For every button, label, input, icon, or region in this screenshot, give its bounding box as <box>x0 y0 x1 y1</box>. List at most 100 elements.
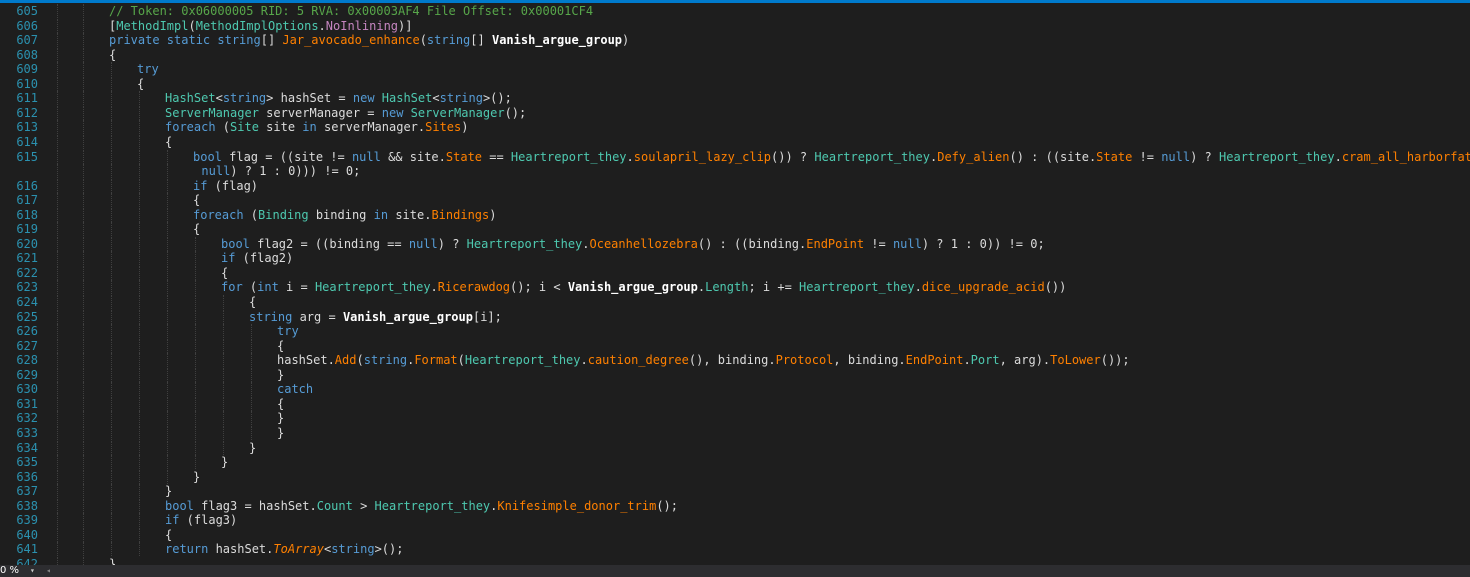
code-line[interactable]: 629} <box>0 367 1470 382</box>
code-line[interactable]: 619 { <box>0 222 1470 237</box>
line-number: 619 <box>16 222 38 237</box>
code-token: > <box>352 498 375 513</box>
code-line[interactable]: 618 foreach (Binding binding in site.Bind… <box>0 207 1470 222</box>
indent-guide <box>111 469 112 484</box>
code-line[interactable]: null) ? 1 : 0))) != 0; <box>0 164 1470 179</box>
code-line[interactable]: 623 for (int i = Heartreport_they.Riceraw… <box>0 280 1470 295</box>
code-line[interactable]: 632} <box>0 411 1470 426</box>
code-token: () : ((binding. <box>697 236 807 251</box>
code-text: null) ? 1 : 0))) != 0; <box>201 164 360 178</box>
code-token: Ricerawdog <box>437 280 511 295</box>
indent-guide <box>57 251 58 266</box>
indent-guide <box>167 295 168 309</box>
code-line[interactable]: 609 try <box>0 62 1470 77</box>
code-text: { <box>193 222 200 236</box>
indent-guide <box>167 193 168 208</box>
code-line[interactable]: 641 return hashSet.ToArray<string>(); <box>0 542 1470 557</box>
indent-guide <box>167 338 168 353</box>
indent-guide <box>167 455 168 470</box>
code-token: ServerManager <box>165 105 259 120</box>
code-line[interactable]: 626 try <box>0 324 1470 339</box>
code-line[interactable]: 628 hashSet.Add(string.Format(Heartreport… <box>0 353 1470 368</box>
code-token: caution_degree <box>587 353 689 368</box>
code-token: null <box>1161 149 1191 164</box>
code-line[interactable]: 627 { <box>0 338 1470 353</box>
indent-guide <box>167 440 168 455</box>
code-line[interactable]: 633} <box>0 425 1470 440</box>
code-editor[interactable]: 605 // Token: 0x06000005 RID: 5 RVA: 0x00… <box>0 3 1470 565</box>
code-line[interactable]: 620 bool flag2 = ((binding == null) ? Hea… <box>0 236 1470 251</box>
code-line[interactable]: 624 { <box>0 295 1470 309</box>
indent-guide <box>167 353 168 368</box>
code-line[interactable]: 622 { <box>0 265 1470 280</box>
indent-guide <box>57 556 58 565</box>
indent-guide <box>57 513 58 528</box>
code-token: soulapril_lazy_clip <box>633 149 772 164</box>
code-line[interactable]: 610 { <box>0 76 1470 91</box>
code-text: } <box>277 426 284 440</box>
code-line[interactable]: 606 [MethodImpl(MethodImplOptions.NoInlin… <box>0 18 1470 33</box>
indent-guide <box>195 425 196 440</box>
indent-guide <box>83 498 84 513</box>
code-line[interactable]: 605 // Token: 0x06000005 RID: 5 RVA: 0x00… <box>0 4 1470 18</box>
code-line[interactable]: 642} <box>0 556 1470 565</box>
code-line[interactable]: 617 { <box>0 193 1470 208</box>
indent-guide <box>83 76 84 91</box>
indent-guide <box>83 353 84 368</box>
code-line[interactable]: 636} <box>0 469 1470 484</box>
line-number: 625 <box>16 309 38 324</box>
code-token: State <box>445 149 483 164</box>
code-line[interactable]: 640 { <box>0 527 1470 542</box>
indent-guide <box>83 425 84 440</box>
line-number: 605 <box>16 4 38 18</box>
indent-guide <box>223 367 224 382</box>
indent-guide <box>139 120 140 135</box>
code-line[interactable]: 611 HashSet<string> hashSet = new HashSet… <box>0 91 1470 106</box>
code-line[interactable]: 612 ServerManager serverManager = new Ser… <box>0 105 1470 120</box>
scroll-left-icon[interactable]: ◂ <box>46 565 51 577</box>
line-number: 611 <box>16 91 38 106</box>
code-line[interactable]: 613 foreach (Site site in serverManager.S… <box>0 120 1470 135</box>
code-text: { <box>165 135 172 149</box>
code-line[interactable]: 637} <box>0 484 1470 499</box>
code-line[interactable]: 631 { <box>0 396 1470 411</box>
line-number: 615 <box>16 149 38 164</box>
code-text: if (flag3) <box>165 513 237 527</box>
line-number: 628 <box>16 353 38 368</box>
code-line[interactable]: 615 bool flag = ((site != null && site.St… <box>0 149 1470 164</box>
indent-guide <box>83 469 84 484</box>
indent-guide <box>111 382 112 397</box>
code-line[interactable]: 616 if (flag) <box>0 178 1470 193</box>
code-line[interactable]: 625 string arg = Vanish_argue_group[i]; <box>0 309 1470 324</box>
code-text: } <box>249 441 256 455</box>
code-line[interactable]: 635} <box>0 455 1470 470</box>
code-token: ) ? 1 : 0)) != 0; <box>921 236 1045 251</box>
indent-guide <box>167 367 168 382</box>
code-token: bool <box>165 498 194 513</box>
code-line[interactable]: 608 { <box>0 47 1470 62</box>
zoom-level[interactable]: 0 % <box>0 565 19 577</box>
code-line[interactable]: 639 if (flag3) <box>0 513 1470 528</box>
code-token: ServerManager <box>410 105 505 120</box>
indent-guide <box>111 120 112 135</box>
code-line[interactable]: 621 if (flag2) <box>0 251 1470 266</box>
indent-guide <box>111 62 112 77</box>
indent-guide <box>111 105 112 120</box>
code-line[interactable]: 630 catch <box>0 382 1470 397</box>
code-token: ( <box>215 120 231 135</box>
indent-guide <box>195 440 196 455</box>
chevron-down-icon[interactable]: ▾ <box>30 565 35 577</box>
code-token: ( <box>242 280 258 295</box>
code-token: . <box>580 353 588 368</box>
code-text: { <box>277 339 284 353</box>
indent-guide <box>83 324 84 339</box>
indent-guide <box>251 425 252 440</box>
indent-guide <box>57 396 58 411</box>
code-line[interactable]: 614 { <box>0 134 1470 149</box>
code-token: < <box>215 91 223 106</box>
code-line[interactable]: 638 bool flag3 = hashSet.Count > Heartrep… <box>0 498 1470 513</box>
indent-guide <box>57 207 58 222</box>
indent-guide <box>195 455 196 470</box>
code-line[interactable]: 634} <box>0 440 1470 455</box>
code-line[interactable]: 607 private static string[] Jar_avocado_e… <box>0 33 1470 48</box>
